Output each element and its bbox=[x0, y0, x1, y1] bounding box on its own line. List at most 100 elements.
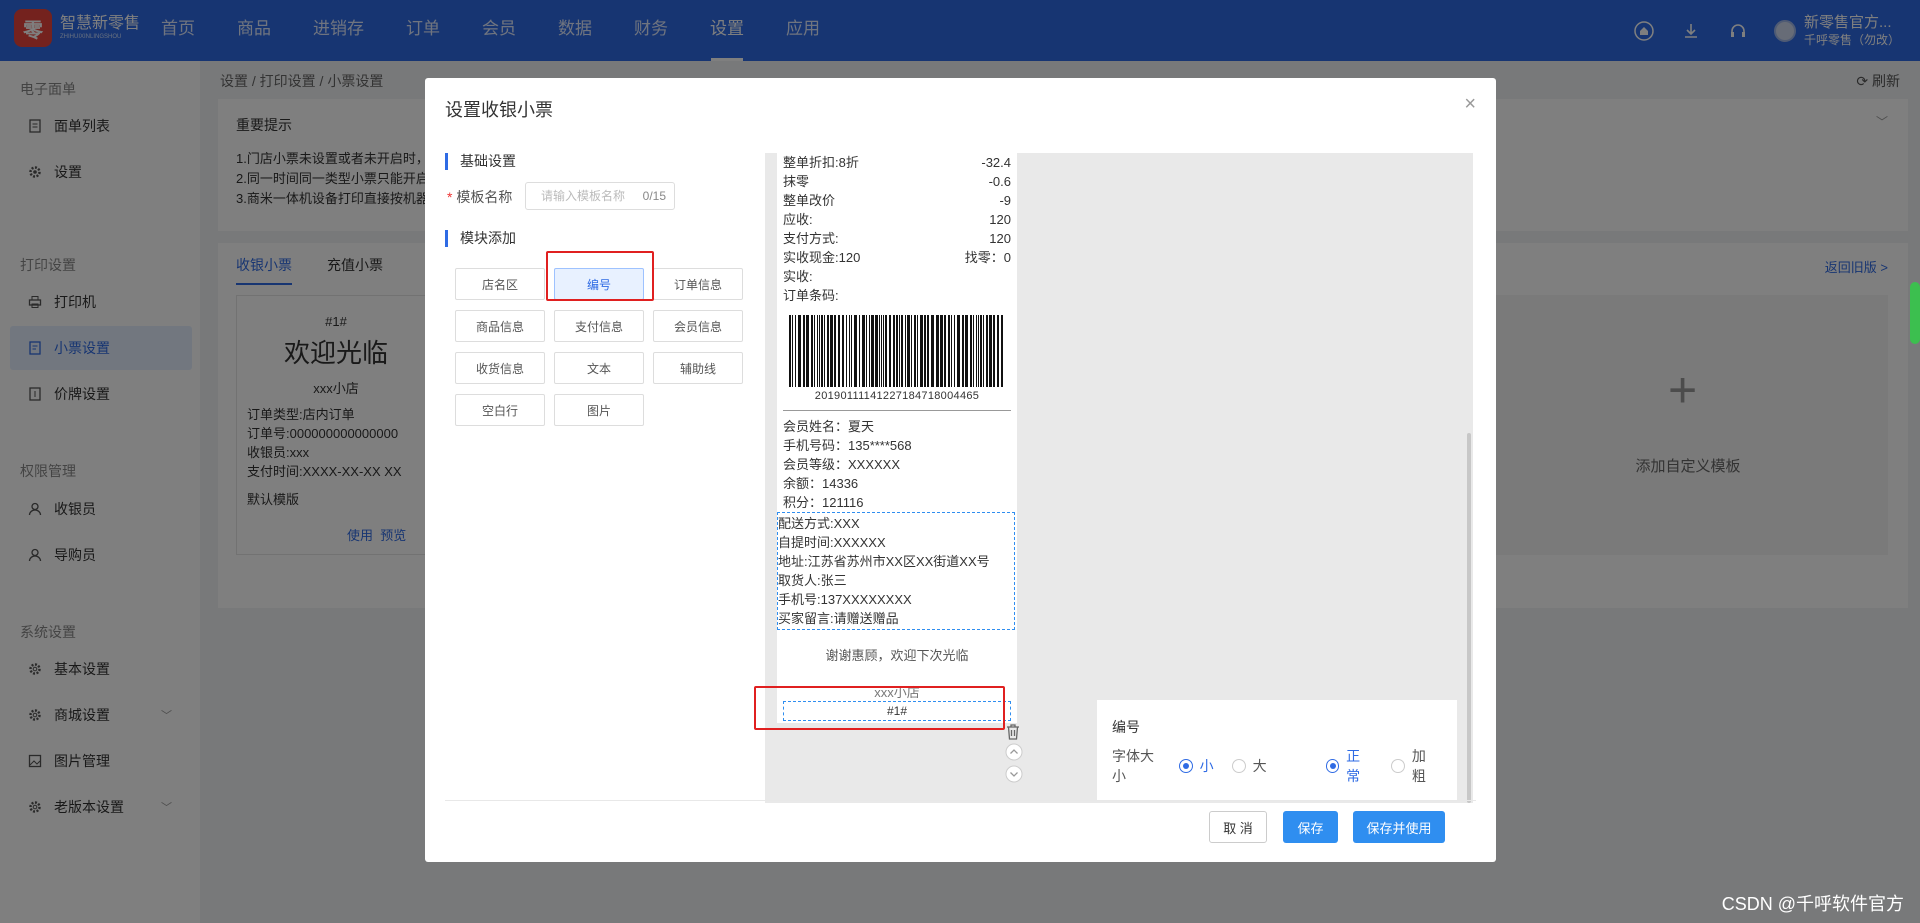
char-count: 0/15 bbox=[642, 189, 666, 203]
module-blank-line-button[interactable]: 空白行 bbox=[455, 394, 545, 426]
highlight-box bbox=[754, 686, 1005, 730]
barcode-bar bbox=[983, 315, 984, 387]
close-icon[interactable]: × bbox=[1464, 93, 1476, 116]
delivery-line: 配送方式:XXX bbox=[778, 516, 860, 531]
receipt-row: 应收: 120 bbox=[783, 212, 1011, 227]
barcode-bar bbox=[973, 315, 974, 387]
barcode-bar bbox=[936, 315, 939, 387]
font-size-large-radio[interactable]: 大 bbox=[1231, 756, 1267, 776]
module-guide-line-button[interactable]: 辅助线 bbox=[653, 352, 743, 384]
barcode-bar bbox=[830, 315, 833, 387]
barcode-bar bbox=[817, 315, 818, 387]
move-up-icon[interactable] bbox=[1005, 743, 1023, 764]
barcode-bar bbox=[957, 315, 960, 387]
template-name-label: 模板名称 bbox=[456, 189, 513, 205]
member-line: 会员姓名：夏天 bbox=[783, 419, 875, 434]
barcode-bar bbox=[866, 315, 867, 387]
barcode-bar bbox=[795, 315, 796, 387]
delivery-line: 自提时间:XXXXXX bbox=[778, 535, 886, 550]
delivery-line: 买家留言:请赠送赠品 bbox=[778, 611, 899, 626]
barcode-bar bbox=[920, 315, 923, 387]
member-line: 余额：14336 bbox=[783, 476, 859, 491]
move-down-icon[interactable] bbox=[1005, 765, 1023, 786]
module-add-heading: 模块添加 bbox=[445, 230, 516, 247]
barcode-bar bbox=[859, 315, 860, 387]
barcode-bar bbox=[811, 315, 813, 387]
footer-divider bbox=[445, 800, 1476, 801]
barcode-bar bbox=[862, 315, 865, 387]
barcode-bar bbox=[883, 315, 884, 387]
member-line: 手机号码：135****568 bbox=[783, 438, 912, 453]
weight-normal-radio[interactable]: 正常 bbox=[1325, 746, 1374, 786]
cancel-button[interactable]: 取 消 bbox=[1209, 811, 1267, 843]
barcode-bar bbox=[889, 315, 891, 387]
module-payment-info-button[interactable]: 支付信息 bbox=[554, 310, 644, 342]
barcode-bar bbox=[997, 315, 999, 387]
barcode-bar bbox=[819, 315, 820, 387]
thanks-text: 谢谢惠顾，欢迎下次光临 bbox=[825, 648, 969, 663]
module-member-info-button[interactable]: 会员信息 bbox=[653, 310, 743, 342]
receipt-row: 实收现金:120 找零：0 bbox=[783, 250, 1011, 265]
delivery-line: 地址:江苏省苏州市XX区XX街道XX号 bbox=[778, 554, 990, 569]
font-size-small-radio[interactable]: 小 bbox=[1178, 756, 1214, 776]
barcode-bar bbox=[980, 315, 982, 387]
barcode-bar bbox=[911, 315, 912, 387]
template-name-input[interactable]: 请输入模板名称 0/15 bbox=[525, 182, 675, 210]
barcode-bar bbox=[989, 315, 992, 387]
module-store-name-button[interactable]: 店名区 bbox=[455, 268, 545, 300]
number-properties-panel: 编号 字体大小 小 大 正常 加粗 bbox=[1097, 700, 1457, 800]
barcode-bar bbox=[871, 315, 874, 387]
delete-icon[interactable] bbox=[1005, 723, 1021, 744]
status-indicator bbox=[1910, 282, 1920, 344]
receipt-settings-dialog: 设置收银小票 × 基础设置 * 模板名称 请输入模板名称 0/15 模块添加 店… bbox=[425, 78, 1496, 862]
barcode-bar bbox=[978, 315, 979, 387]
barcode-bar bbox=[944, 315, 946, 387]
barcode-bar bbox=[962, 315, 964, 387]
barcode-bar bbox=[940, 315, 943, 387]
barcode-bar bbox=[917, 315, 918, 387]
barcode-bar bbox=[821, 315, 823, 387]
barcode-bar bbox=[885, 315, 887, 387]
highlight-box bbox=[546, 251, 654, 301]
barcode-bar bbox=[893, 315, 895, 387]
font-size-label: 字体大小 bbox=[1112, 748, 1154, 784]
barcode-bar bbox=[789, 315, 791, 387]
module-order-info-button[interactable]: 订单信息 bbox=[653, 268, 743, 300]
module-goods-info-button[interactable]: 商品信息 bbox=[455, 310, 545, 342]
barcode-bar bbox=[849, 315, 850, 387]
barcode-bar bbox=[1001, 315, 1003, 387]
barcode-bar bbox=[851, 315, 852, 387]
divider bbox=[783, 410, 1011, 411]
properties-title: 编号 bbox=[1112, 719, 1140, 735]
template-name-placeholder: 请输入模板名称 bbox=[541, 189, 626, 203]
barcode-bar bbox=[954, 315, 955, 387]
receipt-preview: 整单折扣:8折 -32.4 抹零 -0.6 整单改价 -9 应收: 120 支付方式: 1… bbox=[777, 153, 1017, 723]
barcode-bar bbox=[827, 315, 829, 387]
required-mark: * bbox=[447, 189, 453, 205]
barcode-bar bbox=[899, 315, 900, 387]
watermark-text: CSDN @千呼软件官方 bbox=[1721, 894, 1904, 914]
delivery-module[interactable]: 配送方式:XXX 自提时间:XXXXXX 地址:江苏省苏州市XX区XX街道XX号… bbox=[777, 512, 1015, 630]
barcode-bar bbox=[824, 315, 825, 387]
barcode-image bbox=[783, 315, 1011, 389]
save-and-use-button[interactable]: 保存并使用 bbox=[1353, 811, 1445, 843]
module-delivery-info-button[interactable]: 收货信息 bbox=[455, 352, 545, 384]
preview-scrollbar[interactable] bbox=[1467, 433, 1471, 803]
weight-bold-radio[interactable]: 加粗 bbox=[1391, 746, 1439, 786]
barcode-bar bbox=[869, 315, 870, 387]
member-line: 会员等级：XXXXXX bbox=[783, 457, 901, 472]
barcode-bar bbox=[970, 315, 972, 387]
barcode-bar bbox=[976, 315, 977, 387]
receipt-row: 整单改价 -9 bbox=[783, 193, 1011, 208]
barcode-bar bbox=[803, 315, 805, 387]
barcode-bar bbox=[993, 315, 995, 387]
module-image-button[interactable]: 图片 bbox=[554, 394, 644, 426]
barcode-bar bbox=[846, 315, 847, 387]
barcode-bar bbox=[931, 315, 934, 387]
save-button[interactable]: 保存 bbox=[1283, 811, 1338, 843]
barcode-bar bbox=[842, 315, 844, 387]
barcode-bar bbox=[838, 315, 840, 387]
barcode-bar bbox=[951, 315, 952, 387]
module-text-button[interactable]: 文本 bbox=[554, 352, 644, 384]
barcode-bar bbox=[965, 315, 968, 387]
